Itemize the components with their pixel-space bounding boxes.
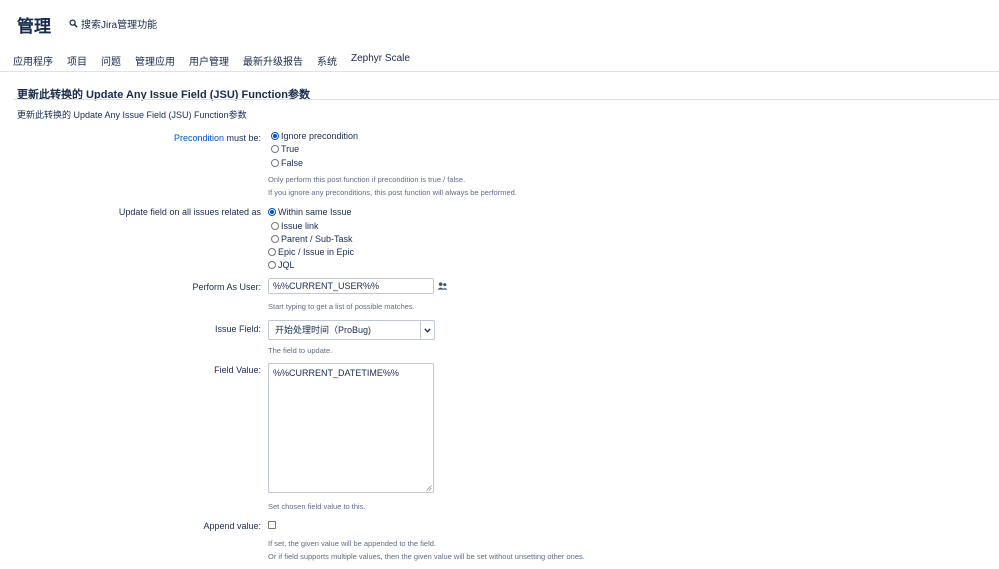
- search-text: 搜索Jira管理功能: [81, 20, 158, 31]
- append-value-hint-2: Or if field supports multiple values, th…: [268, 552, 585, 561]
- nav-item-upgrade-report[interactable]: 最新升级报告: [243, 53, 303, 68]
- update-option-issue-link[interactable]: Issue link: [271, 221, 319, 231]
- perform-as-user-input[interactable]: %%CURRENT_USER%%: [268, 278, 434, 294]
- update-option-parent-subtask[interactable]: Parent / Sub-Task: [271, 234, 353, 244]
- nav-divider: [0, 71, 999, 72]
- precondition-hint-2: If you ignore any preconditions, this po…: [268, 188, 517, 197]
- append-value-checkbox[interactable]: [268, 521, 276, 529]
- nav-item-system[interactable]: 系统: [317, 53, 337, 68]
- field-value-label: Field Value:: [214, 365, 261, 375]
- resize-grip-icon[interactable]: [426, 485, 432, 491]
- update-radio-issue-link[interactable]: [271, 222, 279, 230]
- precondition-option-true[interactable]: True: [271, 144, 299, 154]
- append-value-hint-1: If set, the given value will be appended…: [268, 539, 437, 548]
- issue-field-select[interactable]: 开始处理时间（ProBug): [268, 320, 435, 340]
- field-value-textarea[interactable]: %%CURRENT_DATETIME%%: [268, 363, 434, 493]
- precondition-radio-ignore[interactable]: [271, 132, 279, 140]
- update-option-label: Within same Issue: [278, 207, 352, 217]
- issue-field-hint: The field to update.: [268, 346, 333, 355]
- update-option-label: Parent / Sub-Task: [281, 234, 353, 244]
- nav-item-projects[interactable]: 项目: [67, 53, 87, 68]
- precondition-option-false[interactable]: False: [271, 158, 303, 168]
- nav-item-user-management[interactable]: 用户管理: [189, 53, 229, 68]
- search-icon: [69, 19, 78, 28]
- precondition-option-label: Ignore precondition: [281, 131, 359, 141]
- update-field-label: Update field on all issues related as: [118, 207, 261, 217]
- page-title: 管理: [17, 17, 51, 36]
- precondition-radio-false[interactable]: [271, 159, 279, 167]
- admin-header: 管理 搜索Jira管理功能: [0, 0, 999, 48]
- update-option-same-issue[interactable]: Within same Issue: [268, 207, 352, 217]
- update-radio-jql[interactable]: [268, 261, 276, 269]
- field-value-hint: Set chosen field value to this.: [268, 502, 366, 511]
- precondition-link[interactable]: Precondition: [174, 133, 224, 143]
- precondition-radio-true[interactable]: [271, 145, 279, 153]
- field-value-text: %%CURRENT_DATETIME%%: [273, 368, 399, 378]
- perform-as-label: Perform As User:: [192, 282, 261, 292]
- nav-item-manage-apps[interactable]: 管理应用: [135, 53, 175, 68]
- perform-as-hint: Start typing to get a list of possible m…: [268, 302, 415, 311]
- nav-item-applications[interactable]: 应用程序: [13, 53, 53, 68]
- admin-nav: 应用程序 项目 问题 管理应用 用户管理 最新升级报告 系统 Zephyr Sc…: [13, 53, 424, 68]
- precondition-option-ignore[interactable]: Ignore precondition: [271, 131, 358, 141]
- append-value-label: Append value:: [203, 521, 261, 531]
- update-option-label: Epic / Issue in Epic: [278, 247, 355, 257]
- update-radio-parent-subtask[interactable]: [271, 235, 279, 243]
- update-radio-same-issue[interactable]: [268, 208, 276, 216]
- update-option-jql[interactable]: JQL: [268, 260, 295, 270]
- nav-item-issues[interactable]: 问题: [101, 53, 121, 68]
- update-option-label: JQL: [278, 260, 295, 270]
- precondition-label-rest: must be:: [223, 133, 261, 143]
- section-divider: [13, 99, 999, 100]
- update-radio-epic[interactable]: [268, 248, 276, 256]
- update-option-epic[interactable]: Epic / Issue in Epic: [268, 247, 354, 257]
- users-picker-icon[interactable]: [437, 281, 448, 291]
- issue-field-label: Issue Field:: [214, 324, 261, 334]
- chevron-down-icon[interactable]: [420, 321, 434, 339]
- admin-search[interactable]: 搜索Jira管理功能: [69, 16, 157, 31]
- issue-field-selected-value: 开始处理时间（ProBug): [275, 325, 372, 335]
- update-option-label: Issue link: [281, 221, 319, 231]
- precondition-label: Precondition must be:: [174, 133, 261, 143]
- precondition-option-label: True: [281, 144, 300, 154]
- precondition-hint-1: Only perform this post function if preco…: [268, 175, 466, 184]
- precondition-option-label: False: [281, 158, 304, 168]
- section-description: 更新此转换的 Update Any Issue Field (JSU) Func…: [17, 110, 247, 120]
- nav-item-zephyr-scale[interactable]: Zephyr Scale: [351, 53, 410, 68]
